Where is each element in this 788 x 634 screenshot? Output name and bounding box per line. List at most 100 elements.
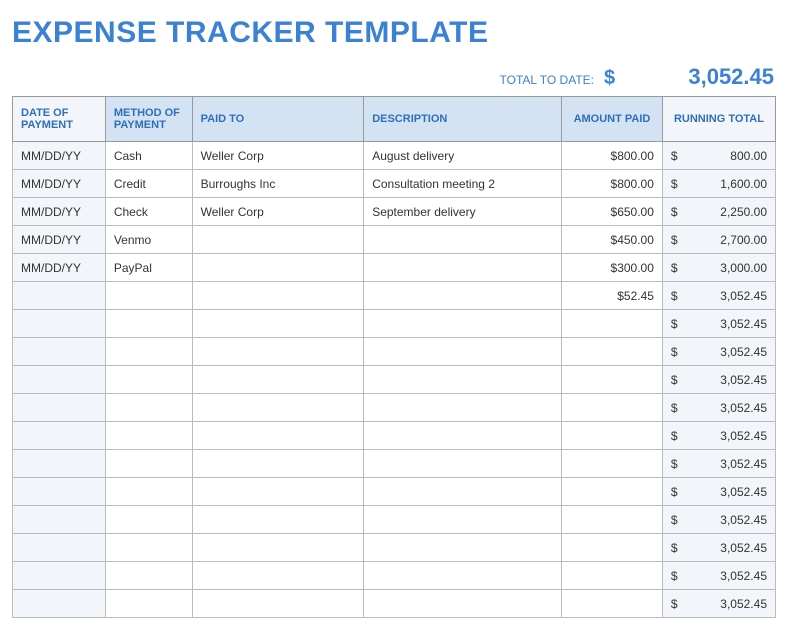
running-value: 3,052.45 (720, 401, 767, 415)
cell-date[interactable] (13, 282, 106, 310)
cell-description[interactable] (364, 422, 562, 450)
cell-paid-to[interactable] (192, 226, 364, 254)
cell-amount[interactable]: $650.00 (562, 198, 663, 226)
cell-amount[interactable]: $800.00 (562, 170, 663, 198)
cell-paid-to[interactable] (192, 282, 364, 310)
cell-method[interactable] (105, 590, 192, 618)
cell-date[interactable] (13, 310, 106, 338)
cell-paid-to[interactable]: Weller Corp (192, 198, 364, 226)
cell-amount[interactable] (562, 590, 663, 618)
cell-amount[interactable]: $300.00 (562, 254, 663, 282)
cell-date[interactable] (13, 590, 106, 618)
cell-description[interactable] (364, 478, 562, 506)
running-value: 2,250.00 (720, 205, 767, 219)
cell-date[interactable] (13, 534, 106, 562)
cell-description[interactable]: Consultation meeting 2 (364, 170, 562, 198)
cell-paid-to[interactable] (192, 534, 364, 562)
cell-date[interactable]: MM/DD/YY (13, 142, 106, 170)
cell-paid-to[interactable]: Burroughs Inc (192, 170, 364, 198)
cell-method[interactable]: PayPal (105, 254, 192, 282)
cell-date[interactable] (13, 478, 106, 506)
cell-description[interactable] (364, 562, 562, 590)
cell-method[interactable] (105, 282, 192, 310)
cell-method[interactable] (105, 366, 192, 394)
cell-paid-to[interactable] (192, 590, 364, 618)
cell-paid-to[interactable] (192, 366, 364, 394)
cell-amount[interactable] (562, 534, 663, 562)
cell-description[interactable] (364, 282, 562, 310)
header-date: DATE OF PAYMENT (13, 97, 106, 142)
cell-amount[interactable] (562, 422, 663, 450)
header-description: DESCRIPTION (364, 97, 562, 142)
cell-method[interactable] (105, 310, 192, 338)
cell-amount[interactable]: $450.00 (562, 226, 663, 254)
cell-date[interactable]: MM/DD/YY (13, 254, 106, 282)
cell-amount[interactable] (562, 310, 663, 338)
cell-method[interactable] (105, 534, 192, 562)
cell-running-total: $3,052.45 (662, 422, 775, 450)
cell-method[interactable] (105, 422, 192, 450)
cell-amount[interactable] (562, 506, 663, 534)
cell-paid-to[interactable] (192, 562, 364, 590)
cell-paid-to[interactable]: Weller Corp (192, 142, 364, 170)
cell-description[interactable]: August delivery (364, 142, 562, 170)
cell-paid-to[interactable] (192, 254, 364, 282)
cell-description[interactable] (364, 590, 562, 618)
cell-method[interactable]: Check (105, 198, 192, 226)
cell-date[interactable]: MM/DD/YY (13, 170, 106, 198)
cell-description[interactable]: September delivery (364, 198, 562, 226)
cell-description[interactable] (364, 338, 562, 366)
cell-amount[interactable] (562, 450, 663, 478)
running-value: 2,700.00 (720, 233, 767, 247)
cell-description[interactable] (364, 450, 562, 478)
cell-method[interactable] (105, 394, 192, 422)
cell-description[interactable] (364, 226, 562, 254)
running-value: 1,600.00 (720, 177, 767, 191)
cell-paid-to[interactable] (192, 394, 364, 422)
expense-table: DATE OF PAYMENT METHOD OF PAYMENT PAID T… (12, 96, 776, 618)
cell-description[interactable] (364, 506, 562, 534)
cell-date[interactable] (13, 506, 106, 534)
cell-running-total: $800.00 (662, 142, 775, 170)
cell-description[interactable] (364, 534, 562, 562)
cell-date[interactable] (13, 394, 106, 422)
table-row: MM/DD/YYCreditBurroughs IncConsultation … (13, 170, 776, 198)
cell-description[interactable] (364, 310, 562, 338)
cell-amount[interactable] (562, 562, 663, 590)
cell-amount[interactable] (562, 366, 663, 394)
cell-description[interactable] (364, 394, 562, 422)
currency-symbol: $ (671, 233, 678, 247)
cell-date[interactable] (13, 450, 106, 478)
cell-method[interactable] (105, 338, 192, 366)
running-value: 3,052.45 (720, 541, 767, 555)
cell-paid-to[interactable] (192, 450, 364, 478)
running-value: 3,052.45 (720, 317, 767, 331)
cell-amount[interactable]: $52.45 (562, 282, 663, 310)
cell-method[interactable]: Credit (105, 170, 192, 198)
cell-date[interactable] (13, 366, 106, 394)
cell-date[interactable] (13, 338, 106, 366)
cell-description[interactable] (364, 254, 562, 282)
cell-method[interactable] (105, 450, 192, 478)
cell-method[interactable] (105, 478, 192, 506)
cell-amount[interactable] (562, 394, 663, 422)
cell-paid-to[interactable] (192, 422, 364, 450)
cell-method[interactable]: Cash (105, 142, 192, 170)
cell-date[interactable]: MM/DD/YY (13, 226, 106, 254)
cell-paid-to[interactable] (192, 478, 364, 506)
cell-date[interactable]: MM/DD/YY (13, 198, 106, 226)
cell-method[interactable] (105, 562, 192, 590)
table-row: $3,052.45 (13, 478, 776, 506)
cell-amount[interactable] (562, 478, 663, 506)
cell-running-total: $3,052.45 (662, 478, 775, 506)
cell-amount[interactable] (562, 338, 663, 366)
cell-amount[interactable]: $800.00 (562, 142, 663, 170)
cell-date[interactable] (13, 562, 106, 590)
cell-date[interactable] (13, 422, 106, 450)
cell-method[interactable] (105, 506, 192, 534)
cell-description[interactable] (364, 366, 562, 394)
cell-method[interactable]: Venmo (105, 226, 192, 254)
cell-paid-to[interactable] (192, 310, 364, 338)
cell-paid-to[interactable] (192, 506, 364, 534)
cell-paid-to[interactable] (192, 338, 364, 366)
